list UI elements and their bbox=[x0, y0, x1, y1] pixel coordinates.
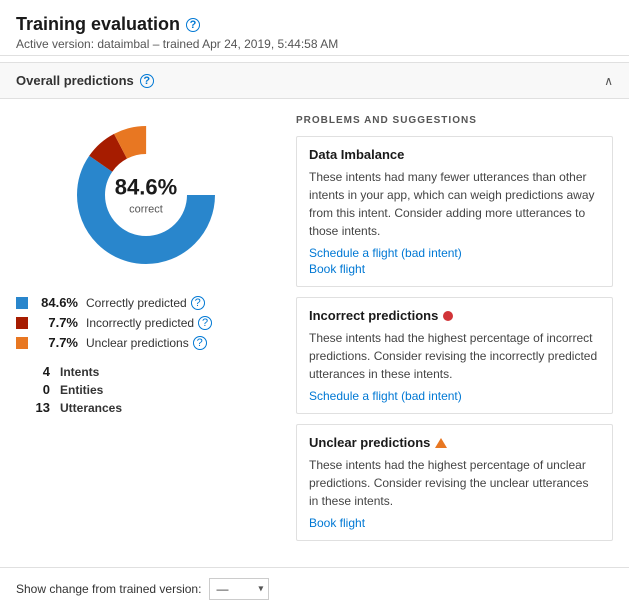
donut-label: 84.6% correct bbox=[115, 175, 177, 216]
legend-color-blue bbox=[16, 297, 28, 309]
stats-num-entities: 0 bbox=[20, 382, 50, 397]
stats-table: 4 Intents 0 Entities 13 Utterances bbox=[20, 364, 276, 415]
stats-row-entities: 0 Entities bbox=[20, 382, 276, 397]
stats-num-intents: 4 bbox=[20, 364, 50, 379]
card-title-data-imbalance: Data Imbalance bbox=[309, 147, 600, 162]
section-title: Overall predictions ? bbox=[16, 73, 154, 88]
problem-card-incorrect: Incorrect predictions These intents had … bbox=[296, 297, 613, 414]
select-wrapper: — bbox=[209, 578, 269, 600]
chart-container: 84.6% correct bbox=[16, 115, 276, 275]
legend-help-correct[interactable]: ? bbox=[191, 296, 205, 310]
card-title-unclear: Unclear predictions bbox=[309, 435, 600, 450]
problems-section-title: PROBLEMS AND SUGGESTIONS bbox=[296, 115, 613, 126]
legend-help-unclear[interactable]: ? bbox=[193, 336, 207, 350]
card-text-incorrect: These intents had the highest percentage… bbox=[309, 329, 600, 383]
problem-card-data-imbalance: Data Imbalance These intents had many fe… bbox=[296, 136, 613, 287]
legend-color-red bbox=[16, 317, 28, 329]
legend-item-unclear: 7.7% Unclear predictions ? bbox=[16, 335, 276, 350]
stats-row-intents: 4 Intents bbox=[20, 364, 276, 379]
section-help-icon[interactable]: ? bbox=[140, 74, 154, 88]
donut-correct-label: correct bbox=[129, 204, 163, 216]
legend-label-correct: Correctly predicted ? bbox=[86, 296, 205, 310]
trained-version-select[interactable]: — bbox=[209, 578, 269, 600]
legend-item-correct: 84.6% Correctly predicted ? bbox=[16, 295, 276, 310]
legend-label-unclear: Unclear predictions ? bbox=[86, 336, 207, 350]
title-help-icon[interactable]: ? bbox=[186, 18, 200, 32]
page-subtitle: Active version: dataimbal – trained Apr … bbox=[16, 37, 613, 51]
section-header: Overall predictions ? ∧ bbox=[0, 62, 629, 99]
legend-color-orange bbox=[16, 337, 28, 349]
donut-percentage: 84.6% bbox=[115, 175, 177, 201]
link-schedule-flight-1[interactable]: Schedule a flight (bad intent) bbox=[309, 246, 600, 260]
stats-num-utterances: 13 bbox=[20, 400, 50, 415]
stats-lbl-intents: Intents bbox=[60, 365, 99, 379]
section-title-text: Overall predictions bbox=[16, 73, 134, 88]
legend-help-incorrect[interactable]: ? bbox=[198, 316, 212, 330]
link-book-flight-1[interactable]: Book flight bbox=[309, 262, 600, 276]
legend-pct-unclear: 7.7% bbox=[36, 335, 78, 350]
legend-item-incorrect: 7.7% Incorrectly predicted ? bbox=[16, 315, 276, 330]
right-panel: PROBLEMS AND SUGGESTIONS Data Imbalance … bbox=[296, 115, 613, 551]
link-schedule-flight-2[interactable]: Schedule a flight (bad intent) bbox=[309, 389, 600, 403]
footer: Show change from trained version: — bbox=[0, 567, 629, 610]
page-header: Training evaluation ? Active version: da… bbox=[0, 0, 629, 56]
stats-row-utterances: 13 Utterances bbox=[20, 400, 276, 415]
donut-chart: 84.6% correct bbox=[66, 115, 226, 275]
title-text: Training evaluation bbox=[16, 14, 180, 35]
badge-orange-icon bbox=[435, 438, 447, 448]
card-text-unclear: These intents had the highest percentage… bbox=[309, 456, 600, 510]
legend-pct-correct: 84.6% bbox=[36, 295, 78, 310]
footer-label: Show change from trained version: bbox=[16, 582, 201, 596]
stats-lbl-utterances: Utterances bbox=[60, 401, 122, 415]
problem-card-unclear: Unclear predictions These intents had th… bbox=[296, 424, 613, 541]
page-title: Training evaluation ? bbox=[16, 14, 613, 35]
legend: 84.6% Correctly predicted ? 7.7% Incorre… bbox=[16, 295, 276, 350]
card-text-data-imbalance: These intents had many fewer utterances … bbox=[309, 168, 600, 240]
main-content: 84.6% correct 84.6% Correctly predicted … bbox=[0, 99, 629, 567]
collapse-icon[interactable]: ∧ bbox=[604, 74, 613, 88]
stats-lbl-entities: Entities bbox=[60, 383, 103, 397]
left-panel: 84.6% correct 84.6% Correctly predicted … bbox=[16, 115, 276, 551]
link-book-flight-2[interactable]: Book flight bbox=[309, 516, 600, 530]
badge-red-icon bbox=[443, 311, 453, 321]
legend-pct-incorrect: 7.7% bbox=[36, 315, 78, 330]
card-title-incorrect: Incorrect predictions bbox=[309, 308, 600, 323]
legend-label-incorrect: Incorrectly predicted ? bbox=[86, 316, 212, 330]
